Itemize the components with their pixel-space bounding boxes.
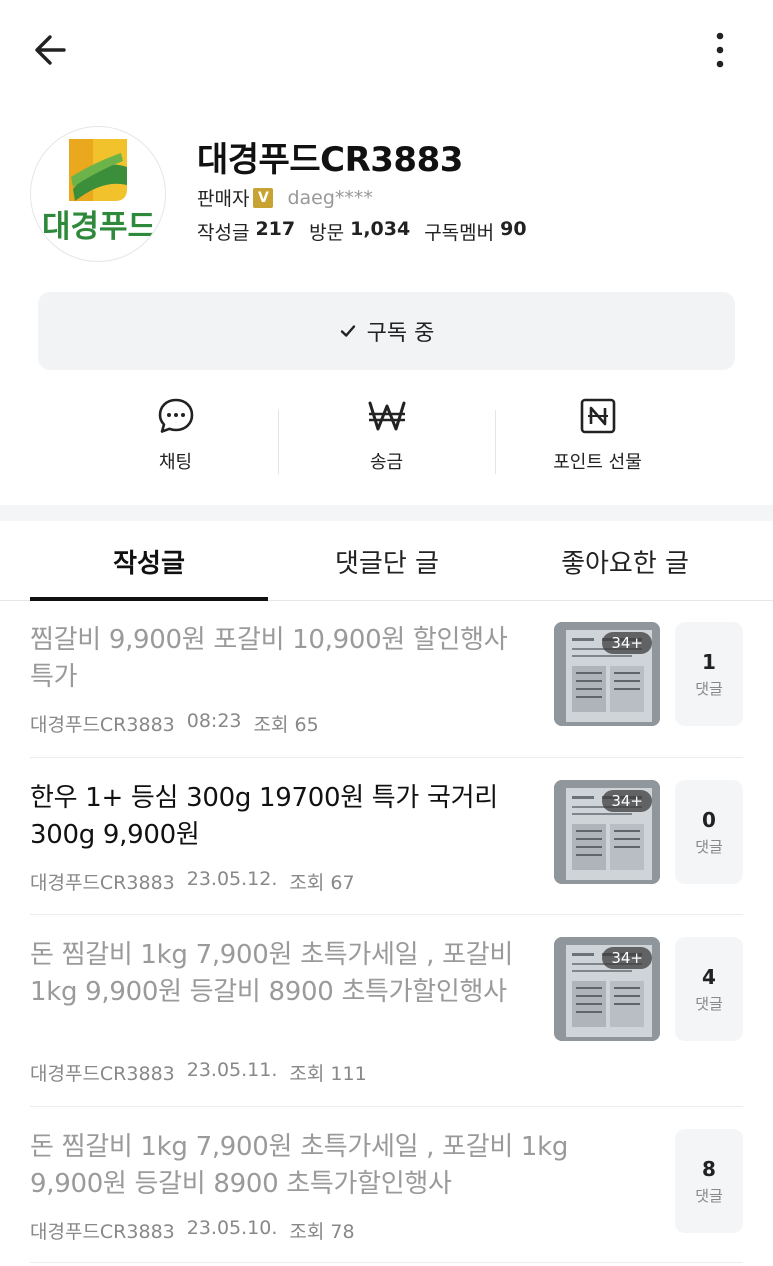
stat-posts-value: 217 — [255, 218, 296, 240]
comment-count-box[interactable]: 1 댓글 — [675, 622, 743, 726]
daekyung-food-logo: 대경푸드 — [42, 139, 156, 245]
post-author: 대경푸드CR3883 — [30, 714, 175, 736]
post-meta: 대경푸드CR3883 08:23 조회 65 — [30, 710, 319, 737]
image-count-badge: 34+ — [602, 790, 652, 812]
post-views: 조회 67 — [289, 872, 355, 894]
comment-count: 1 — [702, 649, 716, 674]
comment-label: 댓글 — [695, 1186, 723, 1205]
check-icon — [340, 325, 355, 337]
profile-stats: 작성글 217 방문 1,034 구독멤버 90 — [197, 218, 535, 245]
comment-count-box[interactable]: 4 댓글 — [675, 937, 743, 1041]
post-views: 조회 78 — [289, 1221, 355, 1243]
post-author: 대경푸드CR3883 — [30, 1221, 175, 1243]
tab-commented[interactable]: 댓글단 글 — [268, 521, 506, 601]
comment-count: 0 — [702, 807, 716, 832]
post-date: 23.05.12. — [186, 868, 278, 890]
post-item[interactable]: 한우 1+ 등심 300g 19700원 특가 국거리 300g 9,900원 … — [30, 780, 743, 915]
post-thumbnail[interactable]: 34+ — [554, 622, 660, 726]
point-gift-label: 포인트 선물 — [553, 452, 642, 473]
back-button[interactable] — [28, 28, 72, 72]
post-item[interactable]: 찜갈비 9,900원 포갈비 10,900원 할인행사 특가 대경푸드CR388… — [30, 622, 743, 758]
role-label: 판매자 — [197, 188, 250, 210]
action-divider — [278, 410, 279, 474]
naver-point-icon — [580, 398, 615, 434]
comment-count: 8 — [702, 1156, 716, 1181]
post-title[interactable]: 돈 찜갈비 1kg 7,900원 초특가세일 , 포갈비 1kg 9,900원 … — [30, 937, 530, 1011]
comment-label: 댓글 — [695, 994, 723, 1013]
active-tab-indicator — [30, 597, 268, 601]
section-divider — [0, 505, 773, 521]
post-date: 08:23 — [186, 710, 242, 732]
role-line: 판매자 V daeg**** — [197, 184, 373, 211]
comment-label: 댓글 — [695, 679, 723, 698]
arrow-left-icon — [35, 35, 66, 65]
post-item[interactable]: 돈 찜갈비 1kg 7,900원 초특가세일 , 포갈비 1kg 9,900원 … — [30, 937, 743, 1107]
subscribe-label: 구독 중 — [366, 321, 435, 346]
stat-members-value: 90 — [500, 218, 527, 240]
post-views: 조회 65 — [253, 714, 319, 736]
chat-button[interactable]: 채팅 — [70, 396, 281, 486]
post-date: 23.05.10. — [186, 1217, 278, 1239]
profile-name: 대경푸드CR3883 — [197, 140, 463, 180]
post-author: 대경푸드CR3883 — [30, 1063, 175, 1085]
avatar[interactable]: 대경푸드 — [30, 126, 166, 262]
post-meta: 대경푸드CR3883 23.05.12. 조회 67 — [30, 868, 355, 895]
chat-label: 채팅 — [158, 452, 193, 473]
more-vertical-icon — [716, 32, 724, 68]
stat-visits-value: 1,034 — [350, 218, 411, 240]
post-title[interactable]: 한우 1+ 등심 300g 19700원 특가 국거리 300g 9,900원 — [30, 780, 530, 854]
comment-label: 댓글 — [695, 837, 723, 856]
point-gift-button[interactable]: 포인트 선물 — [492, 396, 703, 486]
image-count-badge: 34+ — [602, 632, 652, 654]
subscribe-button[interactable]: 구독 중 — [38, 292, 735, 370]
top-bar — [0, 0, 773, 100]
post-meta: 대경푸드CR3883 23.05.10. 조회 78 — [30, 1217, 355, 1244]
image-count-badge: 34+ — [602, 947, 652, 969]
won-icon — [368, 401, 405, 431]
remit-label: 송금 — [369, 452, 404, 473]
more-options-button[interactable] — [700, 28, 740, 72]
user-id: daeg**** — [287, 186, 373, 209]
comment-count: 4 — [702, 964, 716, 989]
post-author: 대경푸드CR3883 — [30, 872, 175, 894]
post-meta: 대경푸드CR3883 23.05.11. 조회 111 — [30, 1059, 367, 1086]
post-thumbnail[interactable]: 34+ — [554, 937, 660, 1041]
comment-count-box[interactable]: 0 댓글 — [675, 780, 743, 884]
post-views: 조회 111 — [289, 1063, 367, 1085]
action-divider — [495, 410, 496, 474]
chat-bubble-icon — [158, 398, 193, 433]
post-date: 23.05.11. — [186, 1059, 278, 1081]
avatar-logo-text: 대경푸드 — [42, 209, 156, 245]
tab-bar: 작성글 댓글단 글 좋아요한 글 — [0, 521, 773, 601]
post-title[interactable]: 찜갈비 9,900원 포갈비 10,900원 할인행사 특가 — [30, 622, 530, 696]
post-item[interactable]: 돈 찜갈비 1kg 7,900원 초특가세일 , 포갈비 1kg 9,900원 … — [30, 1129, 743, 1263]
comment-count-box[interactable]: 8 댓글 — [675, 1129, 743, 1233]
action-row: 채팅 송금 포인트 선물 — [70, 396, 703, 486]
profile-header: 대경푸드 대경푸드CR3883 판매자 V daeg**** 작성글 217 방… — [0, 120, 773, 270]
stat-members-label: 구독멤버 — [424, 222, 495, 244]
stat-posts-label: 작성글 — [197, 222, 250, 244]
remit-button[interactable]: 송금 — [281, 396, 492, 486]
post-thumbnail[interactable]: 34+ — [554, 780, 660, 884]
tab-posts[interactable]: 작성글 — [30, 521, 268, 601]
verified-badge: V — [253, 187, 274, 208]
post-title[interactable]: 돈 찜갈비 1kg 7,900원 초특가세일 , 포갈비 1kg 9,900원 … — [30, 1129, 630, 1203]
tab-liked[interactable]: 좋아요한 글 — [506, 521, 744, 601]
stat-visits-label: 방문 — [309, 222, 345, 244]
